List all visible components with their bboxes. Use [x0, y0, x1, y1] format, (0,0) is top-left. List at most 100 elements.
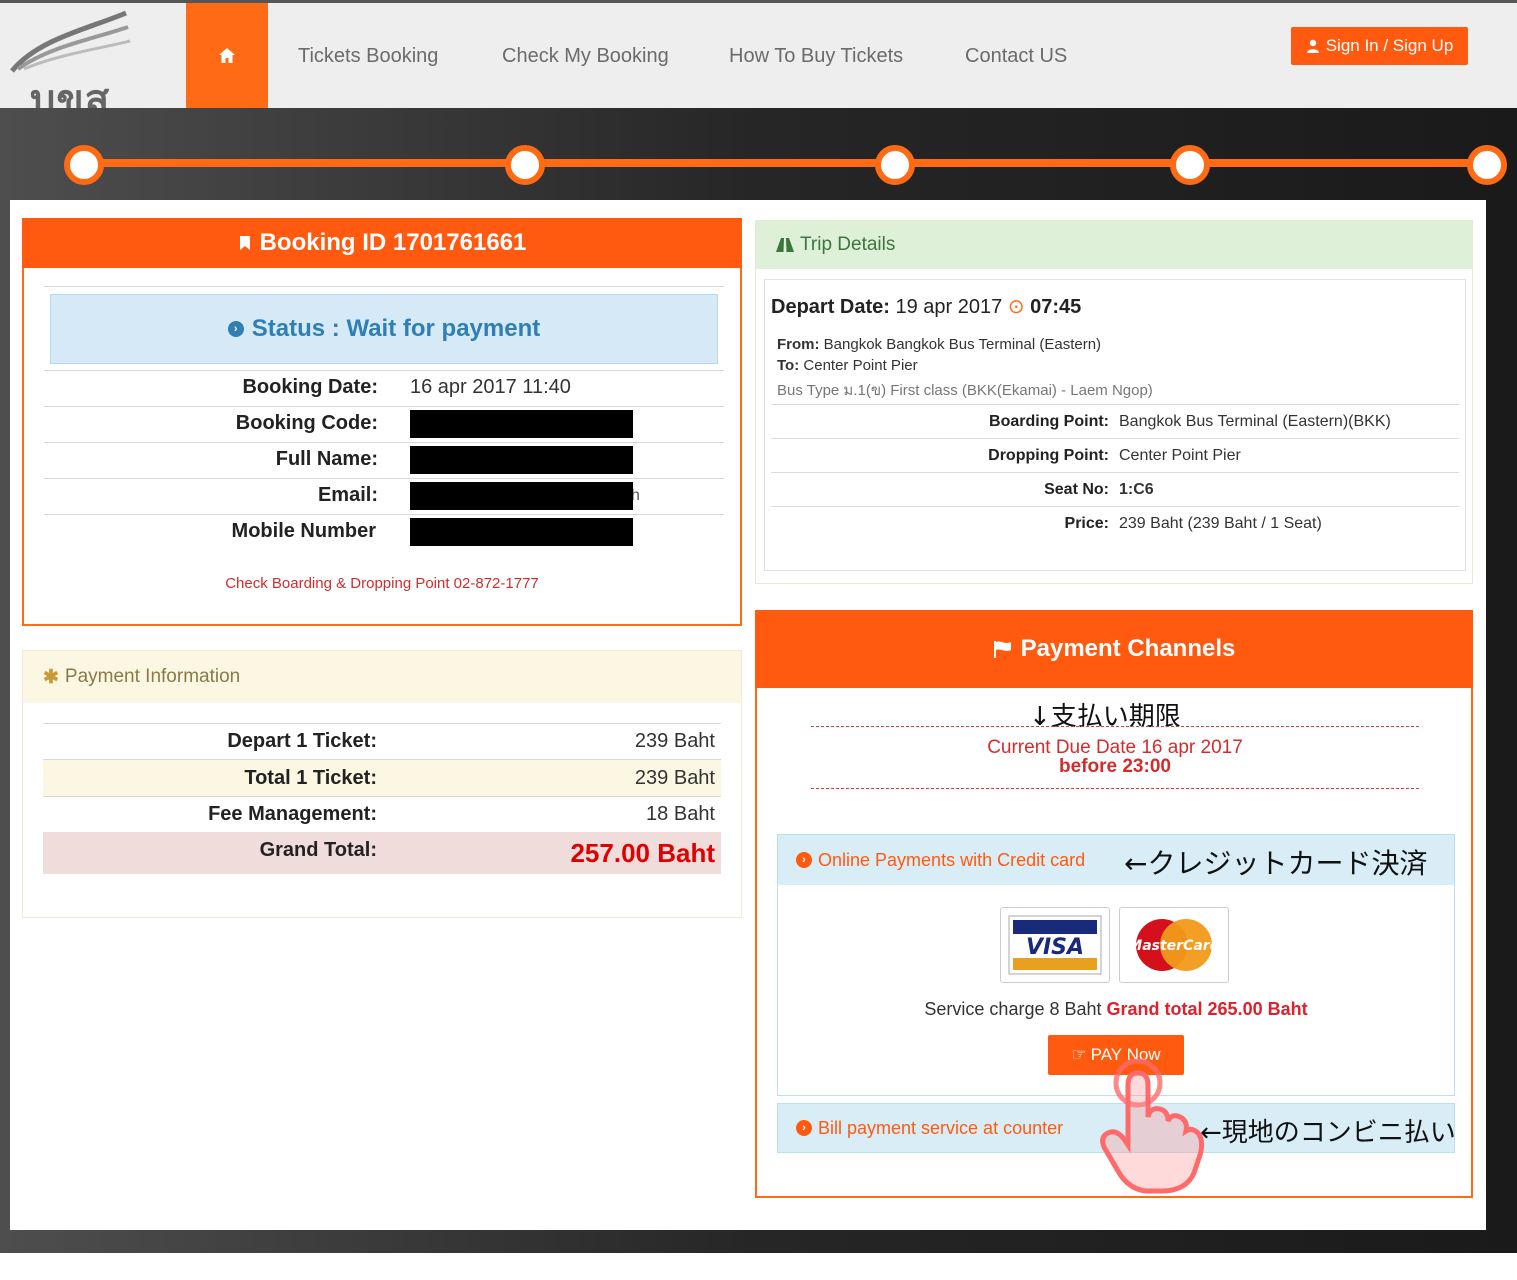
due-date: Current Due Date 16 apr 2017 before 23:0… [757, 738, 1473, 776]
home-button[interactable] [186, 3, 268, 108]
chevron-circle-right-icon: › [227, 321, 244, 337]
check-boarding-link[interactable]: Check Boarding & Dropping Point 02-872-1… [24, 575, 740, 592]
brand-logo[interactable]: บขส [8, 9, 138, 123]
payment-channels-header: Payment Channels [755, 610, 1473, 688]
total-ticket-row: Total 1 Ticket: 239 Baht [43, 760, 721, 796]
mastercard-logo[interactable]: MasterCard [1119, 907, 1229, 983]
row-label: Full Name: [275, 448, 378, 470]
redacted-value [410, 482, 633, 510]
credit-card-annotation: ←クレジットカード決済 [1124, 847, 1428, 880]
credit-card-title: Online Payments with Credit card [818, 849, 1086, 870]
nav-tickets-booking[interactable]: Tickets Booking [298, 45, 438, 68]
row-value: Center Point Pier [1119, 447, 1241, 464]
trip-details-body: Depart Date: 19 apr 2017 ⊙ 07:45 From: B… [764, 279, 1466, 571]
divider [44, 286, 724, 287]
road-icon [776, 238, 794, 252]
depart-date-value: 19 apr 2017 [895, 296, 1003, 318]
due-date-line: Current Due Date 16 apr 2017 [987, 737, 1243, 758]
nav-how-to-buy[interactable]: How To Buy Tickets [729, 45, 903, 68]
row-label: Price: [1064, 515, 1109, 532]
tap-hand-icon [1100, 1058, 1205, 1194]
row-value: 239 Baht (239 Baht / 1 Seat) [1119, 515, 1322, 532]
flag-icon [993, 641, 1011, 658]
row-label: Seat No: [1044, 481, 1109, 498]
asterisk-icon: ✱ [43, 666, 59, 688]
clock-icon: ⊙ [1007, 296, 1025, 318]
grand-total-row: Grand Total: 257.00 Baht [43, 832, 721, 874]
home-icon [219, 47, 235, 63]
to-line: To: Center Point Pier [777, 357, 918, 374]
bill-payment-title: Bill payment service at counter [818, 1117, 1064, 1138]
sign-in-button[interactable]: Sign In / Sign Up [1291, 27, 1468, 65]
progress-step-1 [64, 145, 104, 185]
status-text: Status : Wait for payment [251, 315, 541, 342]
fee-row: Fee Management: 18 Baht [43, 796, 721, 832]
chevron-circle-right-icon: › [796, 1120, 812, 1136]
service-charge-line: Service charge 8 Baht Grand total 265.00… [778, 999, 1454, 1020]
visa-logo[interactable]: VISA [1000, 907, 1110, 983]
row-label: Mobile Number [231, 520, 376, 542]
seat-no-row: Seat No: 1:C6 [771, 472, 1459, 507]
row-label: Booking Date: [242, 376, 378, 398]
dropping-point-row: Dropping Point: Center Point Pier [771, 438, 1459, 473]
depart-time-value: 07:45 [1030, 296, 1082, 318]
visa-text: VISA [1026, 935, 1084, 960]
row-label: Boarding Point: [989, 413, 1109, 430]
redacted-value [410, 518, 633, 546]
nav-check-my-booking[interactable]: Check My Booking [502, 45, 669, 68]
full-name-row: Full Name: [44, 442, 724, 478]
row-value: Bangkok Bus Terminal (Eastern)(BKK) [1119, 413, 1391, 430]
row-label: Fee Management: [208, 803, 377, 825]
row-value: 1:C6 [1119, 481, 1154, 498]
payment-info-title: Payment Information [64, 666, 241, 687]
payment-channels-title: Payment Channels [1020, 635, 1236, 662]
depart-ticket-row: Depart 1 Ticket: 239 Baht [43, 723, 721, 759]
convenience-store-annotation: ←現地のコンビニ払い [1200, 1118, 1456, 1148]
price-row: Price: 239 Baht (239 Baht / 1 Seat) [771, 506, 1459, 541]
booking-code-row: Booking Code: [44, 406, 724, 442]
row-value: 18 Baht [646, 803, 715, 825]
row-label: Depart 1 Ticket: [227, 730, 377, 752]
to-label: To: [777, 357, 800, 374]
progress-step-3 [875, 145, 915, 185]
from-line: From: Bangkok Bangkok Bus Terminal (East… [777, 336, 1101, 353]
row-label: Email: [317, 484, 378, 506]
row-value: 239 Baht [634, 730, 715, 752]
trip-details-header: Trip Details [756, 221, 1472, 269]
depart-date-label: Depart Date: [771, 296, 890, 318]
bus-type-line: Bus Type ม.1(ข) First class (BKK(Ekamai)… [777, 382, 1153, 399]
row-value: 239 Baht [634, 767, 715, 789]
nav-contact-us[interactable]: Contact US [965, 45, 1067, 68]
booking-card: Booking ID 1701761661 › Status : Wait fo… [22, 218, 742, 626]
row-label: Booking Code: [235, 412, 378, 434]
payment-info-header: ✱ Payment Information [23, 651, 741, 703]
progress-bar [84, 159, 1488, 167]
service-charge-text: Service charge 8 Baht [924, 999, 1102, 1019]
trip-details-title: Trip Details [800, 234, 896, 255]
user-icon [1306, 39, 1319, 53]
grand-total-text: Grand total 265.00 Baht [1106, 999, 1308, 1019]
mastercard-text: MasterCard [1128, 938, 1220, 954]
email-row: Email: h [44, 478, 724, 514]
payment-info-card: ✱ Payment Information Depart 1 Ticket: 2… [22, 650, 742, 918]
sign-in-label: Sign In / Sign Up [1325, 36, 1454, 55]
chevron-circle-right-icon: › [796, 852, 812, 868]
booking-header: Booking ID 1701761661 [22, 218, 742, 268]
redacted-value [410, 410, 633, 438]
row-label: Dropping Point: [988, 447, 1109, 464]
bookmark-icon [239, 236, 250, 250]
from-value: Bangkok Bangkok Bus Terminal (Eastern) [823, 336, 1102, 353]
deadline-annotation: ↓支払い期限 [1029, 702, 1181, 732]
dashed-divider [811, 788, 1419, 789]
hand-pointer-icon: ☞ [1071, 1045, 1087, 1064]
depart-date-line: Depart Date: 19 apr 2017 ⊙ 07:45 [771, 294, 1081, 319]
progress-step-2 [505, 145, 545, 185]
boarding-point-row: Boarding Point: Bangkok Bus Terminal (Ea… [771, 404, 1459, 439]
mobile-row: Mobile Number [44, 514, 724, 550]
bottom-strip [0, 1253, 1517, 1280]
progress-step-4 [1170, 145, 1210, 185]
booking-date-row: Booking Date: 16 apr 2017 11:40 [44, 370, 724, 406]
booking-date-value: 16 apr 2017 11:40 [410, 376, 571, 398]
booking-id-title: Booking ID 1701761661 [259, 229, 527, 256]
due-time-line: before 23:00 [1059, 756, 1171, 777]
